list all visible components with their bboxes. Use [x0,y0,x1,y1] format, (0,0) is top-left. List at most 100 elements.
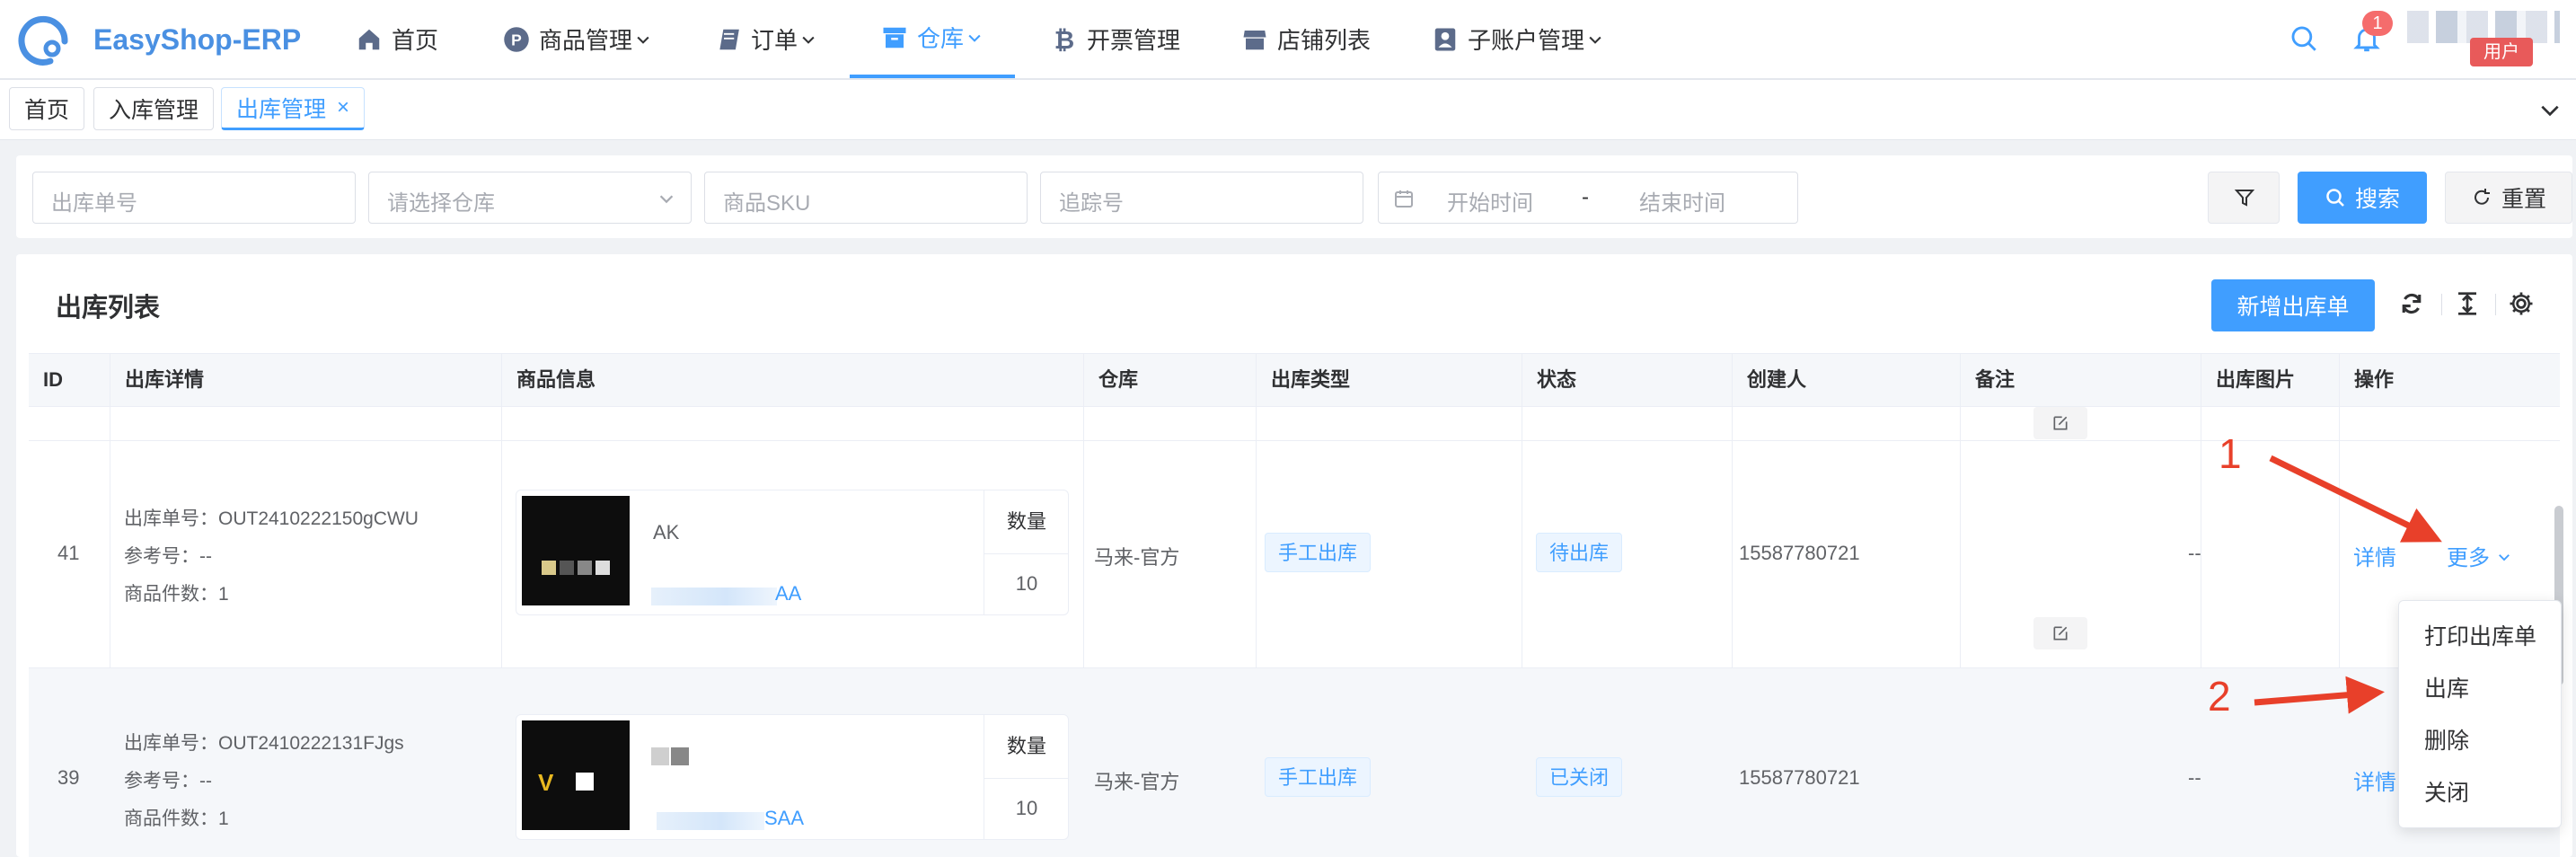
nav-label: 店铺列表 [1277,27,1372,54]
order-no-input[interactable]: 出库单号 [32,172,356,224]
product-sku-tail[interactable]: SAA [764,807,804,830]
edit-remark-button[interactable] [2033,407,2087,439]
toolbar-divider [2441,294,2442,315]
product-image: V [522,720,630,830]
column-header: 商品信息 [501,354,1083,406]
order-no: 出库单号：OUT2410222131FJgs [124,733,404,754]
product-sku-link[interactable] [651,588,777,605]
warehouse: 马来-官方 [1094,546,1180,569]
user-label[interactable]: 用户 [2470,38,2533,66]
qty-value: 10 [984,778,1069,839]
chevron-down-icon [802,36,815,44]
menu-item-delete[interactable]: 删除 [2424,723,2469,755]
status-badge: 已关闭 [1536,757,1623,797]
edit-remark-button[interactable] [2033,617,2087,649]
edit-icon [2053,416,2068,430]
search-icon[interactable] [2289,23,2319,54]
annotation-number: 2 [2208,673,2231,720]
row-divider [29,440,2560,441]
column-header: 状态 [1522,354,1732,406]
home-icon [358,29,380,49]
gear-icon[interactable] [2508,290,2535,317]
tab-label: 首页 [24,98,70,123]
nav-item-orders[interactable]: 订单 [715,0,817,78]
item-count: 商品件数：1 [124,584,229,605]
chevron-down-icon[interactable] [2538,99,2562,122]
nav-label: 开票管理 [1087,27,1181,54]
placeholder: 商品SKU [723,191,811,216]
close-icon[interactable]: × [337,95,349,120]
outbound-image: -- [2188,766,2201,789]
nav-label: 子账户管理 [1468,27,1585,54]
product-card: V SAA 数量 10 [516,714,1069,840]
detail-link[interactable]: 详情 [2353,540,2396,571]
product-sku-link[interactable] [657,812,764,830]
top-navbar: EasyShop-ERP 首页 P 商品管理 订单 仓库 ₿ 开票管理 店铺列表… [0,0,2576,80]
end-time-placeholder: 结束时间 [1639,191,1725,216]
notification-badge: 1 [2362,11,2393,36]
nav-item-subaccounts[interactable]: 子账户管理 [1432,0,1604,78]
start-time-placeholder: 开始时间 [1447,191,1533,216]
column-header: 操作 [2339,354,2560,406]
book-icon [719,29,739,49]
filter-toggle-button[interactable] [2208,172,2280,224]
product-name: AK [653,521,680,543]
svg-text:P: P [511,31,522,49]
product-image [522,496,630,605]
creator: 15587780721 [1739,766,1860,789]
column-height-icon[interactable] [2454,290,2481,317]
chevron-down-icon [1589,36,1601,44]
menu-item-outbound[interactable]: 出库 [2424,671,2469,703]
nav-label: 商品管理 [539,27,633,54]
search-label: 搜索 [2354,187,2400,212]
chevron-down-icon [659,195,674,204]
sku-input[interactable]: 商品SKU [704,172,1028,224]
bitcoin-icon: ₿ [1054,26,1074,53]
search-button[interactable]: 搜索 [2298,172,2427,224]
row-id: 39 [57,766,80,789]
placeholder: 请选择仓库 [387,191,495,216]
page-title: 出库列表 [56,294,161,322]
column-header: 备注 [1960,354,2201,406]
product-sku-tail[interactable]: AA [775,582,801,605]
chevron-down-icon [637,36,649,44]
user-icon [1434,28,1456,50]
ref-no: 参考号：-- [124,771,212,791]
nav-item-home[interactable]: 首页 [356,0,438,78]
refresh-icon[interactable] [2398,290,2425,317]
product-icon: P [504,26,529,52]
tracking-input[interactable]: 追踪号 [1040,172,1363,224]
menu-item-close[interactable]: 关闭 [2424,775,2469,808]
more-dropdown-menu: 打印出库单 出库 删除 关闭 [2398,600,2562,828]
nav-item-invoice[interactable]: ₿ 开票管理 [1051,0,1180,78]
tab-inbound[interactable]: 入库管理 [93,87,215,130]
item-count: 商品件数：1 [124,808,229,829]
table-header: ID 出库详情 商品信息 仓库 出库类型 状态 创建人 备注 出库图片 操作 [29,353,2560,407]
nav-item-products[interactable]: P 商品管理 [503,0,652,78]
reset-button[interactable]: 重置 [2445,172,2572,224]
nav-item-warehouse[interactable]: 仓库 [850,0,1015,78]
nav-label: 仓库 [916,25,964,52]
reset-label: 重置 [2501,187,2546,212]
ref-no: 参考号：-- [124,546,212,567]
order-no: 出库单号：OUT2410222150gCWU [124,508,419,529]
qty-header: 数量 [984,490,1069,554]
add-outbound-button[interactable]: 新增出库单 [2211,279,2375,331]
column-header: 出库图片 [2201,354,2339,406]
nav-label: 首页 [392,27,439,54]
column-header: 出库详情 [110,354,501,406]
refresh-icon [2475,189,2490,205]
more-dropdown[interactable]: 更多 [2447,540,2512,571]
column-header: 创建人 [1732,354,1960,406]
menu-item-print[interactable]: 打印出库单 [2424,619,2536,651]
detail-link[interactable]: 详情 [2353,764,2396,796]
toolbar-divider [2495,294,2496,315]
tab-home[interactable]: 首页 [9,87,85,130]
nav-label: 订单 [751,27,798,54]
nav-item-stores[interactable]: 店铺列表 [1241,0,1371,78]
column-header: ID [43,368,63,391]
date-range-picker[interactable]: 开始时间 - 结束时间 [1378,172,1798,224]
tab-outbound[interactable]: 出库管理 × [221,87,366,130]
type-tag: 手工出库 [1265,533,1372,572]
warehouse-select[interactable]: 请选择仓库 [368,172,692,224]
